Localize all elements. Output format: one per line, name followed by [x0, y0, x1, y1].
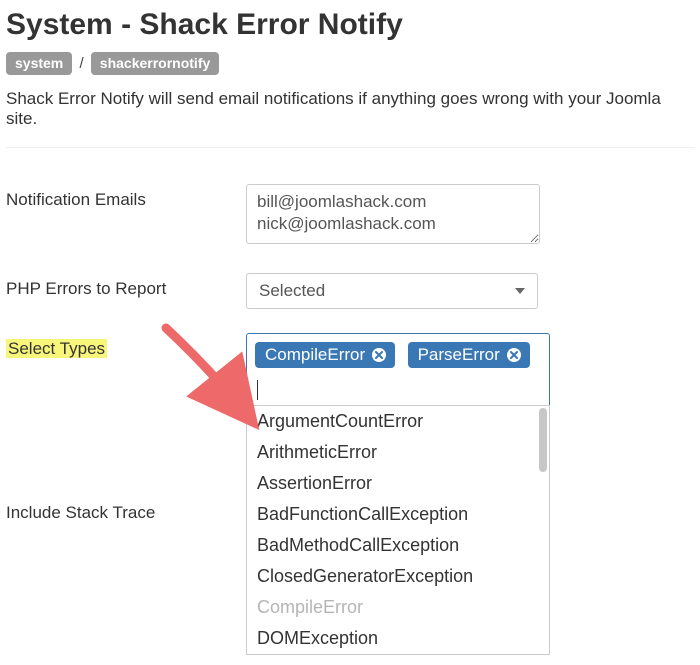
select-types-dropdown: ArgumentCountError ArithmeticError Asser…	[246, 405, 550, 655]
divider	[6, 147, 694, 148]
option-assertionerror[interactable]: AssertionError	[247, 468, 549, 499]
tag-label: ParseError	[418, 345, 500, 365]
php-errors-select[interactable]: Selected	[246, 273, 538, 309]
breadcrumb-shackerrornotify[interactable]: shackerrornotify	[91, 52, 219, 75]
remove-tag-icon[interactable]	[371, 347, 387, 363]
option-arithmeticerror[interactable]: ArithmeticError	[247, 437, 549, 468]
notification-emails-input[interactable]	[246, 184, 540, 244]
label-select-types: Select Types	[6, 333, 246, 359]
plugin-description: Shack Error Notify will send email notif…	[6, 89, 694, 129]
tag-label: CompileError	[265, 345, 365, 365]
text-cursor-icon	[257, 380, 258, 400]
label-php-errors: PHP Errors to Report	[6, 273, 246, 299]
option-domexception[interactable]: DOMException	[247, 623, 549, 654]
label-include-stack-trace: Include Stack Trace	[6, 497, 246, 523]
page-title: System - Shack Error Notify	[6, 8, 694, 42]
breadcrumb-system[interactable]: system	[6, 52, 72, 75]
scrollbar-thumb[interactable]	[539, 408, 547, 472]
tag-compileerror[interactable]: CompileError	[255, 342, 395, 368]
option-closedgeneratorexception[interactable]: ClosedGeneratorException	[247, 561, 549, 592]
option-badmethodcallexception[interactable]: BadMethodCallException	[247, 530, 549, 561]
remove-tag-icon[interactable]	[506, 347, 522, 363]
option-badfunctioncallexception[interactable]: BadFunctionCallException	[247, 499, 549, 530]
option-compileerror: CompileError	[247, 592, 549, 623]
option-argumentcounterror[interactable]: ArgumentCountError	[247, 406, 549, 437]
chevron-down-icon	[515, 288, 525, 294]
select-types-multiselect[interactable]: CompileError ParseError	[246, 333, 550, 407]
php-errors-selected-value: Selected	[259, 281, 325, 301]
breadcrumb-separator: /	[79, 55, 83, 72]
breadcrumb: system / shackerrornotify	[6, 52, 694, 75]
select-types-search-input[interactable]	[255, 378, 541, 402]
label-notification-emails: Notification Emails	[6, 184, 246, 210]
tag-parseerror[interactable]: ParseError	[408, 342, 530, 368]
